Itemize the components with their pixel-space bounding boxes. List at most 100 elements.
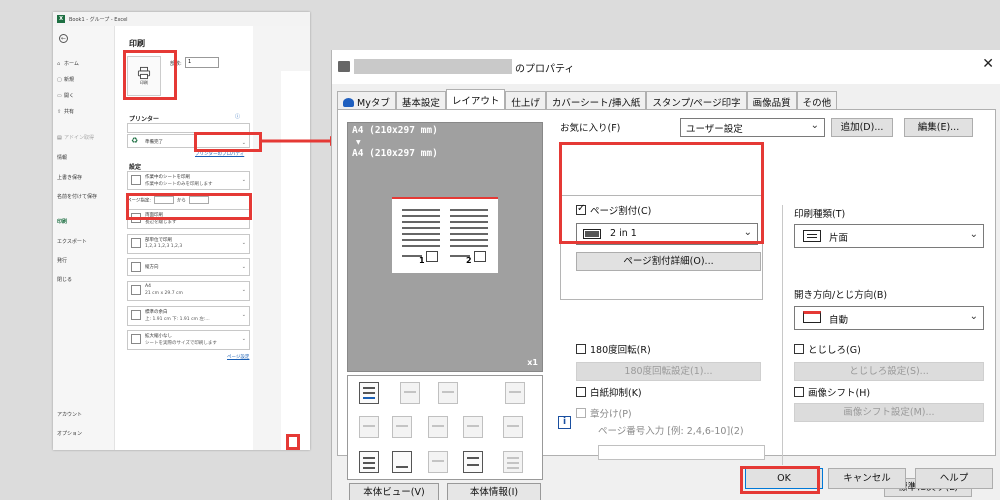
blank-suppress-label: 白紙抑制(K) (590, 388, 642, 399)
setting-duplex[interactable]: 両面印刷 長辺を綴じます ⌄ (127, 209, 250, 229)
info-icon[interactable]: i (558, 416, 571, 429)
tab-stamp[interactable]: スタンプ/ページ印字 (646, 91, 747, 109)
rotate-180-checkbox[interactable] (576, 344, 586, 354)
page-range-row: ページ指定: から (127, 196, 212, 204)
nav-item-home[interactable]: ⌂ ホーム (57, 60, 79, 67)
chapter-label: 章分け(P) (590, 409, 632, 420)
nav-item-save-as[interactable]: 名前を付けて保存 (57, 193, 109, 200)
chevron-down-icon: ⌄ (241, 215, 246, 221)
nav-item-share[interactable]: ⇪ 共有 (57, 108, 74, 115)
simplex-icon (803, 230, 821, 242)
setting-orientation[interactable]: 縦方向 ⌄ (127, 258, 250, 276)
print-title: 印刷 (129, 39, 145, 48)
page-to-input[interactable] (188, 196, 209, 204)
user-icon (343, 98, 354, 107)
device-info-button[interactable]: 本体情報(I) (447, 483, 541, 500)
edit-favorite-button[interactable]: 編集(E)... (904, 118, 973, 137)
image-shift-settings-button[interactable]: 画像シフト設定(M)... (794, 403, 984, 422)
device-view-button[interactable]: 本体ビュー(V) (349, 483, 439, 500)
nav-item-print[interactable]: 印刷 (57, 218, 67, 225)
print-settings-pane: 印刷 印刷 部数: 1 プリンター ⓘ ♻ 準備完了 ⌄ プリンターのプロパティ… (115, 26, 250, 450)
nav-item-export[interactable]: エクスポート (57, 238, 87, 245)
output-tray-icon (505, 382, 525, 404)
blank-suppress-checkbox[interactable] (576, 387, 586, 397)
excel-logo-icon: X (57, 15, 65, 23)
layout-preview: A4 (210x297 mm) ▼ A4 (210x297 mm) 1 2 x1 (347, 122, 543, 372)
binding-direction-select[interactable]: 自動 ⌄ (794, 306, 984, 330)
print-button[interactable]: 印刷 (127, 56, 161, 96)
tab-basic[interactable]: 基本設定 (395, 91, 446, 109)
binding-margin-label: とじしろ(G) (808, 345, 861, 356)
page-combine-checkbox[interactable] (576, 203, 586, 215)
copies-input[interactable]: 1 (185, 57, 219, 68)
setting-paper-size[interactable]: A4 21 cm x 29.7 cm ⌄ (127, 281, 250, 301)
image-shift-label: 画像シフト(H) (808, 388, 871, 399)
chevron-down-icon: ⌄ (810, 120, 819, 131)
portrait-icon (131, 262, 141, 272)
page-number-input[interactable] (598, 445, 765, 460)
help-button[interactable]: ヘルプ (915, 468, 993, 489)
new-file-icon: ▢ (57, 77, 62, 83)
setting-print-active-sheets[interactable]: 作業中のシートを印刷 作業中のシートのみを印刷します ⌄ (127, 171, 250, 190)
tab-other[interactable]: その他 (796, 91, 838, 109)
print-type-label: 印刷種類(T) (794, 209, 846, 220)
nav-item-new[interactable]: ▢ 新規 (57, 76, 74, 83)
document-icon (359, 451, 379, 473)
secure-print-icon (463, 451, 483, 473)
tab-image-quality[interactable]: 画像品質 (746, 91, 797, 109)
page-number-input-label: ページ番号入力 [例: 2,4,6-10](2) (598, 426, 744, 437)
dialog-titlebar: のプロパティ ✕ (332, 50, 1000, 84)
info-icon[interactable]: ⓘ (235, 113, 240, 120)
nav-item-open[interactable]: ▭ 開く (57, 92, 74, 99)
nav-item-save[interactable]: 上書き保存 (57, 174, 82, 181)
nav-item-account[interactable]: アカウント (57, 411, 82, 418)
printer-name-redacted (354, 59, 512, 74)
printer-name-redacted (127, 123, 250, 133)
tab-my-tab[interactable]: Myタブ (337, 91, 396, 109)
binding-margin-settings-button[interactable]: とじしろ設定(S)... (794, 362, 984, 381)
preview-paper-size: A4 (210x297 mm) (352, 125, 438, 136)
setting-collate[interactable]: 部単位で印刷 1,2,3 1,2,3 1,2,3 ⌄ (127, 234, 250, 254)
page-combine-label: ページ割付(C) (590, 206, 652, 217)
rotate-180-settings-button[interactable]: 180度回転設定(1)... (576, 362, 761, 381)
staple-icon (392, 416, 412, 438)
nav-item-info[interactable]: 情報 (57, 154, 67, 161)
scaling-icon (131, 334, 141, 344)
printer-properties-link[interactable]: プリンターのプロパティ (195, 151, 244, 157)
nav-item-close[interactable]: 閉じる (57, 276, 72, 283)
add-favorite-button[interactable]: 追加(D)... (831, 118, 893, 137)
binding-margin-checkbox[interactable] (794, 344, 804, 354)
page-2-thumb (474, 251, 486, 262)
paper-tray-icon (359, 382, 379, 404)
page-from-input[interactable] (153, 196, 174, 204)
page-setup-link[interactable]: ページ設定 (227, 354, 249, 360)
nav-item-options[interactable]: オプション (57, 430, 82, 437)
close-icon[interactable]: ✕ (982, 56, 994, 72)
ok-button[interactable]: OK (745, 468, 823, 489)
rotate-180-label: 180度回転(R) (590, 345, 651, 356)
chapter-checkbox[interactable] (576, 408, 586, 418)
nav-item-publish[interactable]: 発行 (57, 257, 67, 264)
stack-icon (359, 416, 379, 438)
printer-select[interactable]: ♻ 準備完了 ⌄ (127, 134, 250, 148)
image-shift-checkbox[interactable] (794, 387, 804, 397)
tab-layout[interactable]: レイアウト (445, 89, 506, 109)
tab-bar: Myタブ 基本設定 レイアウト 仕上げ カバーシート/挿入紙 スタンプ/ページ印… (337, 89, 838, 109)
tab-finishing[interactable]: 仕上げ (505, 91, 546, 109)
binding-edge-icon (803, 311, 821, 323)
down-arrow-icon: ▼ (356, 139, 361, 146)
setting-scaling[interactable]: 拡大縮小なし シートを実際のサイズで印刷します ⌄ (127, 330, 250, 350)
print-type-select[interactable]: 片面 ⌄ (794, 224, 984, 248)
backstage-nav: ← ⌂ ホーム ▢ 新規 ▭ 開く ⇪ 共有 ▤ アドイン取得 情報 上書き保存 名前を付… (53, 26, 115, 450)
page-combine-detail-button[interactable]: ページ割付詳細(O)... (576, 252, 761, 271)
page-combine-select[interactable]: 2 in 1 ⌄ (576, 223, 758, 245)
setting-margins[interactable]: 標準の余白 上: 1.91 cm 下: 1.91 cm 左:... ⌄ (127, 306, 250, 326)
page-1-thumb (426, 251, 438, 262)
adobe-pdf-icon: ▤ (57, 135, 62, 141)
favorites-select[interactable]: ユーザー設定 ⌄ (680, 118, 825, 137)
back-arrow-icon[interactable]: ← (59, 34, 68, 43)
cancel-button[interactable]: キャンセル (828, 468, 906, 489)
nav-item-addins[interactable]: ▤ アドイン取得 (57, 134, 94, 141)
preview-copies-count: x1 (527, 358, 538, 367)
tab-cover-sheet[interactable]: カバーシート/挿入紙 (545, 91, 647, 109)
